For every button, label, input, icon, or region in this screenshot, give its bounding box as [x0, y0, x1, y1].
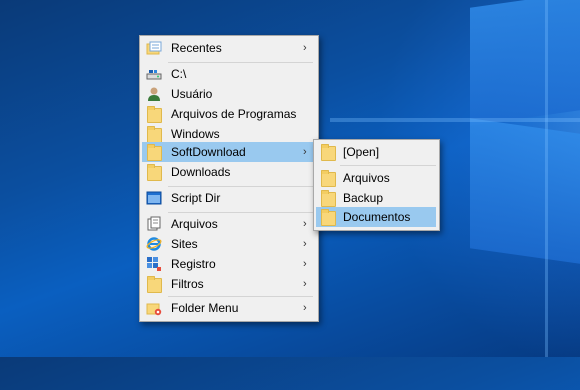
submenu-item-label: Backup: [343, 191, 384, 205]
submenu-item-arquivos[interactable]: Arquivos: [316, 168, 436, 188]
chevron-right-icon: ›: [303, 258, 307, 270]
menu-item-label: SoftDownload: [171, 145, 246, 159]
chevron-right-icon: ›: [303, 146, 307, 158]
windows-logo-pane: [470, 118, 580, 264]
menu-item-label: Arquivos de Programas: [171, 107, 297, 121]
submenu-item-label: Documentos: [343, 210, 411, 224]
menu-item-windows[interactable]: Windows: [142, 124, 315, 144]
folder-icon: [147, 106, 162, 123]
menu-item-folder-menu[interactable]: Folder Menu ›: [142, 298, 315, 318]
folder-icon: [321, 190, 336, 207]
chevron-right-icon: ›: [303, 218, 307, 230]
menu-item-script-dir[interactable]: Script Dir: [142, 188, 315, 208]
chevron-right-icon: ›: [303, 42, 307, 54]
menu-item-label: Filtros: [171, 277, 204, 291]
menu-item-label: C:\: [171, 67, 187, 81]
chevron-right-icon: ›: [303, 302, 307, 314]
chevron-right-icon: ›: [303, 278, 307, 290]
folder-icon: [321, 170, 336, 187]
folder-menu-popup: Recentes › C:\ Usuário Arquivos de Progr…: [139, 35, 319, 322]
submenu-item-open[interactable]: [Open]: [316, 142, 436, 162]
separator: [168, 212, 313, 213]
separator: [168, 296, 313, 297]
separator: [168, 186, 313, 187]
folder-menu-icon: [146, 300, 162, 316]
menu-item-softdownload[interactable]: SoftDownload ›: [142, 142, 315, 162]
menu-item-label: Arquivos: [171, 217, 218, 231]
separator: [168, 62, 313, 63]
submenu-item-documentos[interactable]: Documentos: [316, 207, 436, 227]
folder-icon: [147, 276, 162, 293]
user-icon: [146, 86, 162, 102]
files-icon: [146, 216, 162, 232]
recent-folders-icon: [146, 40, 162, 56]
menu-item-label: Downloads: [171, 165, 231, 179]
drive-icon: [146, 66, 162, 82]
menu-item-label: Usuário: [171, 87, 213, 101]
script-window-icon: [146, 190, 162, 206]
submenu-item-label: Arquivos: [343, 171, 390, 185]
folder-icon: [147, 144, 162, 161]
menu-item-label: Sites: [171, 237, 198, 251]
menu-item-label: Windows: [171, 127, 220, 141]
menu-item-c-drive[interactable]: C:\: [142, 64, 315, 84]
menu-item-arquivos[interactable]: Arquivos ›: [142, 214, 315, 234]
menu-item-label: Folder Menu: [171, 301, 239, 315]
folder-icon: [147, 164, 162, 181]
registry-icon: [146, 256, 162, 272]
submenu-item-label: [Open]: [343, 145, 380, 159]
menu-item-arquivos-de-programas[interactable]: Arquivos de Programas: [142, 104, 315, 124]
chevron-right-icon: ›: [303, 238, 307, 250]
internet-explorer-icon: [146, 236, 162, 252]
folder-icon: [147, 126, 162, 143]
folder-icon: [321, 209, 336, 226]
menu-item-label: Recentes: [171, 41, 222, 55]
separator: [340, 165, 436, 166]
softdownload-submenu: [Open] Arquivos Backup Documentos: [313, 139, 440, 231]
menu-item-label: Script Dir: [171, 191, 221, 205]
windows-logo-pane: [470, 0, 580, 126]
submenu-item-backup[interactable]: Backup: [316, 188, 436, 208]
menu-item-downloads[interactable]: Downloads: [142, 162, 315, 182]
menu-item-registro[interactable]: Registro ›: [142, 254, 315, 274]
menu-item-sites[interactable]: Sites ›: [142, 234, 315, 254]
menu-item-label: Registro: [171, 257, 216, 271]
menu-item-filtros[interactable]: Filtros ›: [142, 274, 315, 294]
menu-item-usuario[interactable]: Usuário: [142, 84, 315, 104]
folder-icon: [321, 144, 336, 161]
menu-item-recentes[interactable]: Recentes ›: [142, 38, 315, 58]
